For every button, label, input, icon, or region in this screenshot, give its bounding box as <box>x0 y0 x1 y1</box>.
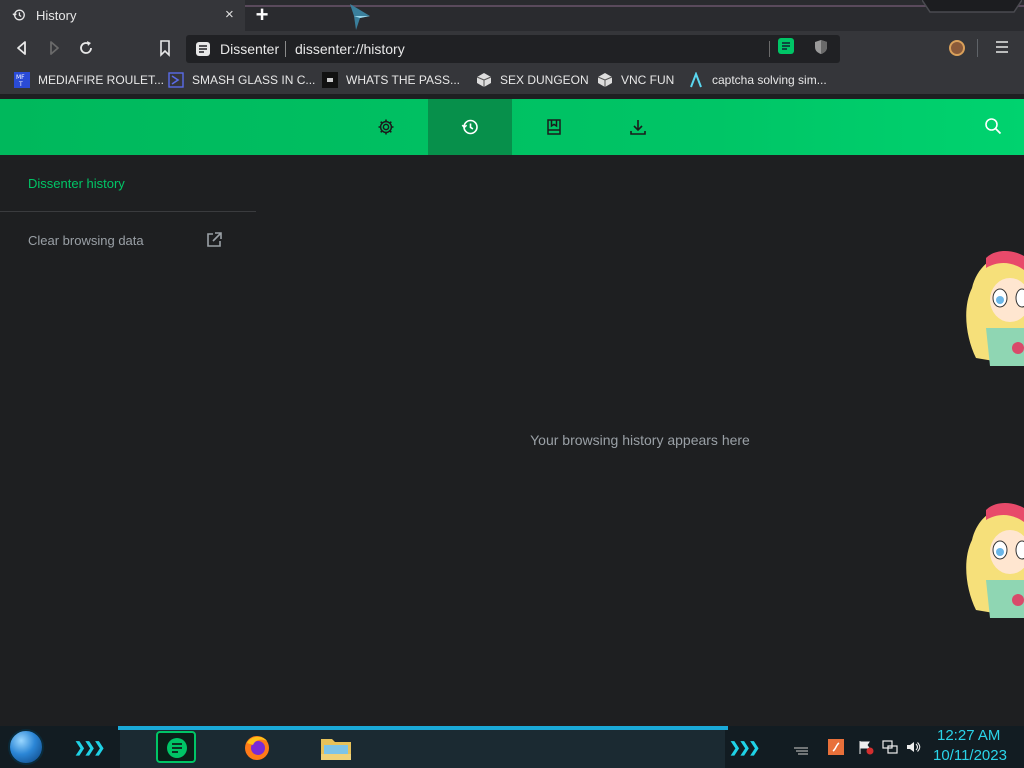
search-icon[interactable] <box>984 117 1002 135</box>
chevron-box-icon <box>168 72 184 88</box>
java-icon[interactable] <box>828 739 844 755</box>
terminal-icon <box>322 72 338 88</box>
taskbar-app-firefox[interactable] <box>238 731 278 763</box>
frame-decoration <box>922 0 1022 13</box>
clear-browsing-data-link[interactable]: Clear browsing data <box>28 233 144 248</box>
network-bars-icon[interactable] <box>793 739 809 755</box>
volume-icon[interactable] <box>905 739 921 755</box>
tab-history[interactable] <box>428 99 512 155</box>
bookmark-page-icon[interactable] <box>155 38 175 58</box>
history-header <box>0 99 1024 155</box>
toolbar-separator <box>977 39 978 57</box>
taskbar: ❯❯❯ ❯❯❯ <box>0 726 1024 768</box>
url-text[interactable]: dissenter://history <box>295 41 405 57</box>
back-icon[interactable] <box>12 38 32 58</box>
profile-avatar[interactable] <box>949 40 965 56</box>
chevron-decoration-icon: ❯❯❯ <box>729 739 760 755</box>
folder-icon <box>321 739 351 760</box>
taskbar-band <box>120 730 725 768</box>
clock-date[interactable]: 10/11/2023 <box>933 747 1007 764</box>
address-separator-right <box>769 41 770 57</box>
gear-icon <box>378 119 394 135</box>
lambda-icon <box>690 72 702 88</box>
firefox-icon <box>245 736 269 760</box>
new-tab-button[interactable]: + <box>251 4 273 26</box>
character-sticker <box>966 251 1024 366</box>
dissenter-icon <box>167 738 187 758</box>
download-icon <box>630 120 646 135</box>
address-bar[interactable]: Dissenter dissenter://history <box>186 35 840 63</box>
svg-text:MF: MF <box>16 74 25 81</box>
tab-title: History <box>36 8 77 23</box>
site-name: Dissenter <box>220 41 280 57</box>
tab-history[interactable]: History × <box>0 0 245 31</box>
sidebar-title[interactable]: Dissenter history <box>28 176 125 191</box>
dissenter-extension-icon[interactable] <box>778 38 794 54</box>
svg-text:T: T <box>18 81 23 88</box>
menu-icon[interactable] <box>995 40 1009 54</box>
address-separator <box>285 41 286 57</box>
history-icon <box>461 119 478 135</box>
action-center-flag-icon[interactable] <box>858 739 874 755</box>
clock-time[interactable]: 12:27 AM <box>937 727 1000 744</box>
external-link-icon[interactable] <box>205 231 223 249</box>
bird-decoration-icon <box>350 4 370 30</box>
dissenter-site-icon <box>196 42 210 56</box>
tab-downloads[interactable] <box>596 99 680 155</box>
chevron-decoration-icon: ❯❯❯ <box>74 739 105 755</box>
tab-close-icon[interactable]: × <box>225 6 234 23</box>
tab-bookmarks[interactable] <box>512 99 596 155</box>
bookmark-icon <box>547 119 561 135</box>
cube-icon <box>476 73 492 87</box>
tab-strip: History × + <box>0 0 1024 31</box>
tab-settings[interactable] <box>344 99 428 155</box>
taskbar-app-file-explorer[interactable] <box>316 731 356 763</box>
network-icon[interactable] <box>882 739 898 755</box>
mediafire-icon: MFT <box>14 72 30 88</box>
sidebar-divider <box>0 211 256 212</box>
forward-icon[interactable] <box>44 38 64 58</box>
cube-icon <box>597 73 613 87</box>
empty-history-message: Your browsing history appears here <box>530 432 750 448</box>
start-button[interactable] <box>8 729 44 765</box>
reload-icon[interactable] <box>76 38 96 58</box>
character-sticker <box>966 503 1024 618</box>
bookmarks-bar: MF T MEDIAFIRE ROULET... SMASH GLASS IN C… <box>0 66 1024 94</box>
history-icon <box>12 9 25 21</box>
taskbar-app-dissenter[interactable] <box>156 731 196 763</box>
shield-icon[interactable] <box>814 39 828 55</box>
